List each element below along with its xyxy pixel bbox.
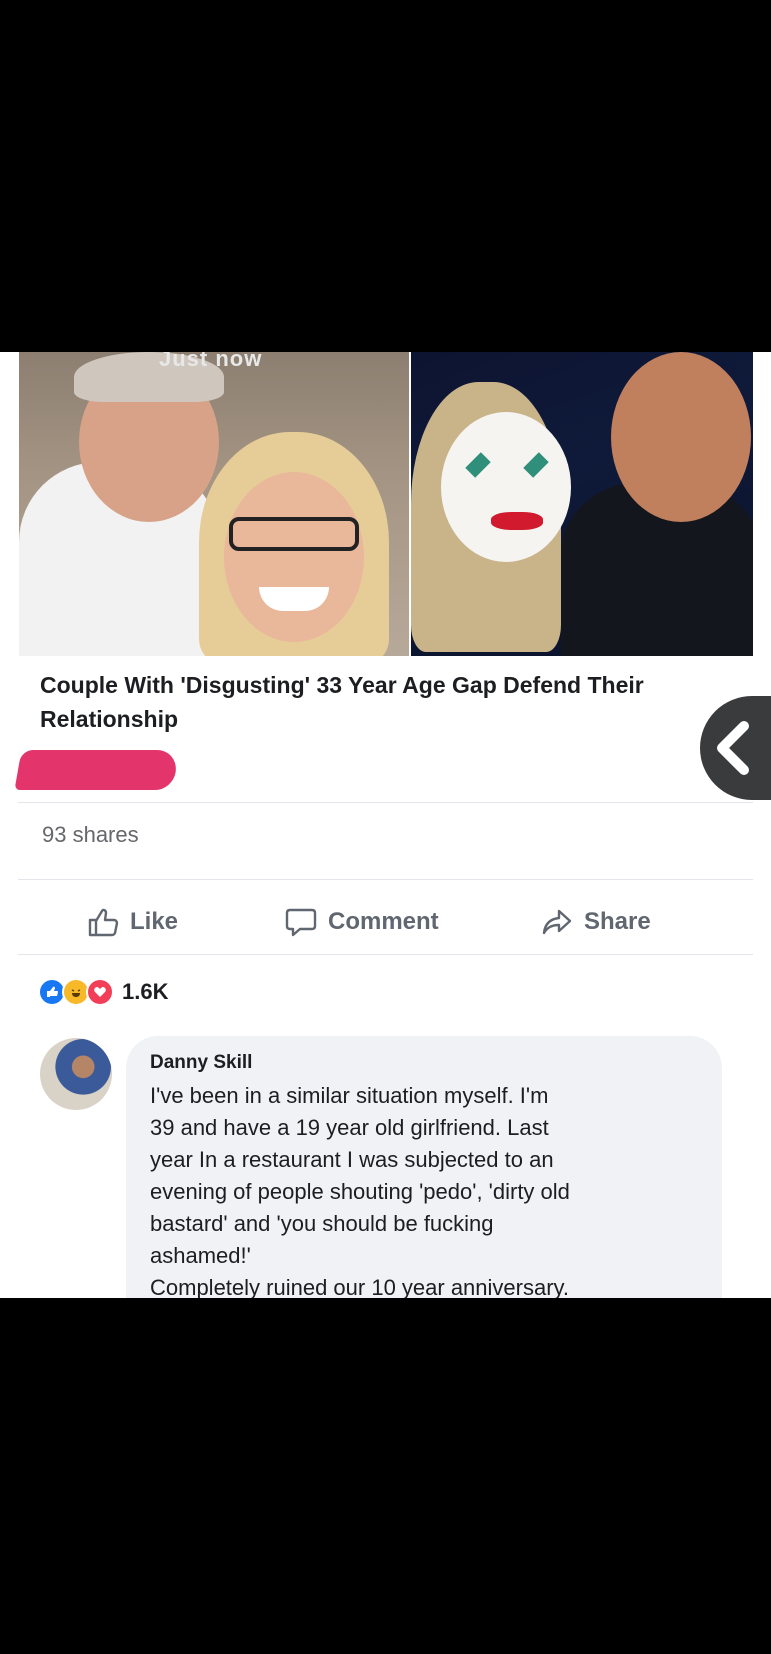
share-icon bbox=[542, 909, 572, 935]
clown-face bbox=[441, 412, 571, 562]
post-card: Just now Couple With 'Disgusting' 33 Yea… bbox=[0, 352, 771, 1298]
like-button[interactable]: Like bbox=[86, 894, 178, 950]
share-button[interactable]: Share bbox=[540, 894, 651, 950]
comment-label: Comment bbox=[328, 908, 439, 935]
share-label: Share bbox=[584, 908, 651, 935]
chevron-left-icon bbox=[717, 721, 749, 775]
post-title[interactable]: Couple With 'Disgusting' 33 Year Age Gap… bbox=[40, 668, 700, 736]
avatar[interactable] bbox=[40, 1038, 112, 1110]
divider bbox=[18, 954, 753, 955]
redaction-mark bbox=[14, 750, 180, 790]
post-image[interactable]: Just now bbox=[19, 352, 753, 656]
action-bar: Like Comment Share bbox=[0, 894, 771, 950]
thumbs-up-icon bbox=[88, 908, 119, 937]
reaction-count: 1.6K bbox=[122, 979, 169, 1004]
glasses bbox=[229, 517, 359, 551]
man2-head bbox=[611, 352, 751, 522]
photo-right bbox=[411, 352, 753, 656]
comment-text: I've been in a similar situation myself.… bbox=[150, 1083, 570, 1298]
divider bbox=[18, 802, 753, 803]
screen: Just now Couple With 'Disgusting' 33 Yea… bbox=[0, 0, 771, 1654]
clown-mouth bbox=[491, 512, 543, 530]
comment-author[interactable]: Danny Skill bbox=[150, 1052, 252, 1074]
love-icon bbox=[86, 978, 114, 1006]
back-button[interactable] bbox=[700, 696, 771, 800]
image-overlay-text: Just now bbox=[159, 352, 263, 371]
like-label: Like bbox=[130, 908, 179, 935]
divider bbox=[18, 879, 753, 880]
comment-button[interactable]: Comment bbox=[284, 894, 439, 950]
photo-left bbox=[19, 352, 409, 656]
comment-icon bbox=[285, 908, 317, 937]
shares-count[interactable]: 93 shares bbox=[42, 822, 139, 848]
woman-face bbox=[224, 472, 364, 642]
reactions-summary[interactable]: 1.6K bbox=[38, 970, 168, 1014]
